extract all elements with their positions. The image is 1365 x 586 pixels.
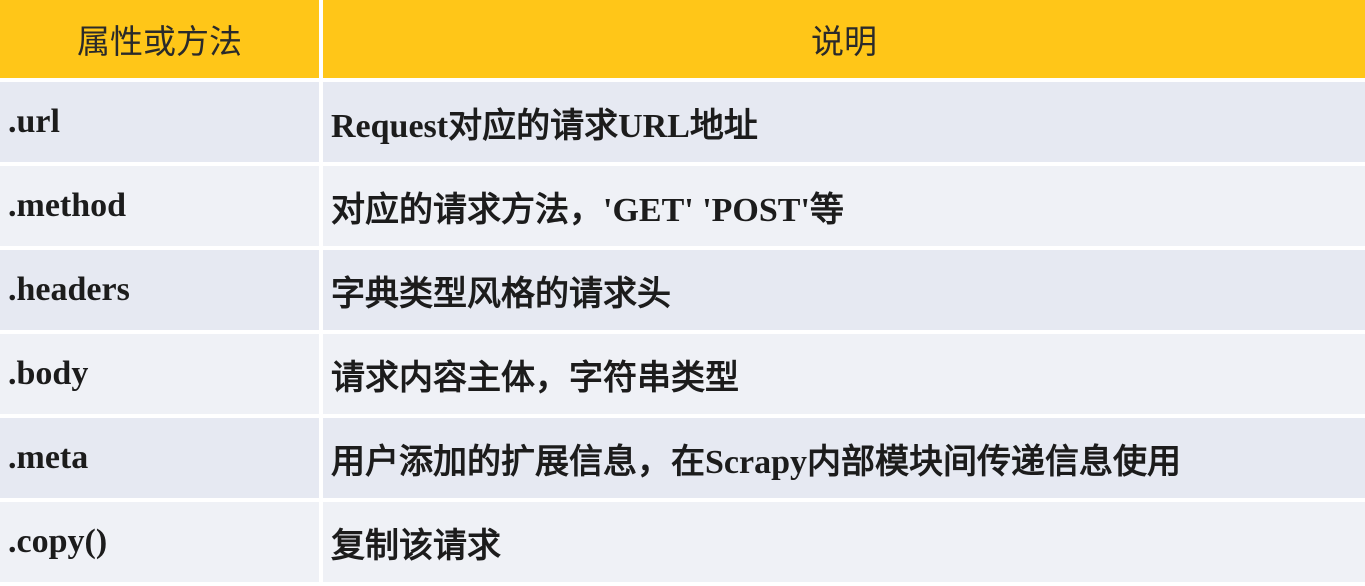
attribute-description-cell: 用户添加的扩展信息，在Scrapy内部模块间传递信息使用 — [323, 418, 1365, 502]
attribute-name-cell: .meta — [0, 418, 323, 502]
request-attributes-table: 属性或方法 说明 .url Request对应的请求URL地址 .method … — [0, 0, 1365, 586]
attribute-name-cell: .headers — [0, 250, 323, 334]
header-attribute-or-method: 属性或方法 — [0, 0, 323, 82]
header-description: 说明 — [323, 0, 1365, 82]
attribute-description-cell: 字典类型风格的请求头 — [323, 250, 1365, 334]
attribute-name-cell: .body — [0, 334, 323, 418]
attribute-description-cell: 复制该请求 — [323, 502, 1365, 586]
attribute-name-cell: .url — [0, 82, 323, 166]
attribute-name-cell: .copy() — [0, 502, 323, 586]
attribute-name-cell: .method — [0, 166, 323, 250]
attribute-description-cell: Request对应的请求URL地址 — [323, 82, 1365, 166]
attribute-description-cell: 对应的请求方法，'GET' 'POST'等 — [323, 166, 1365, 250]
attribute-description-cell: 请求内容主体，字符串类型 — [323, 334, 1365, 418]
